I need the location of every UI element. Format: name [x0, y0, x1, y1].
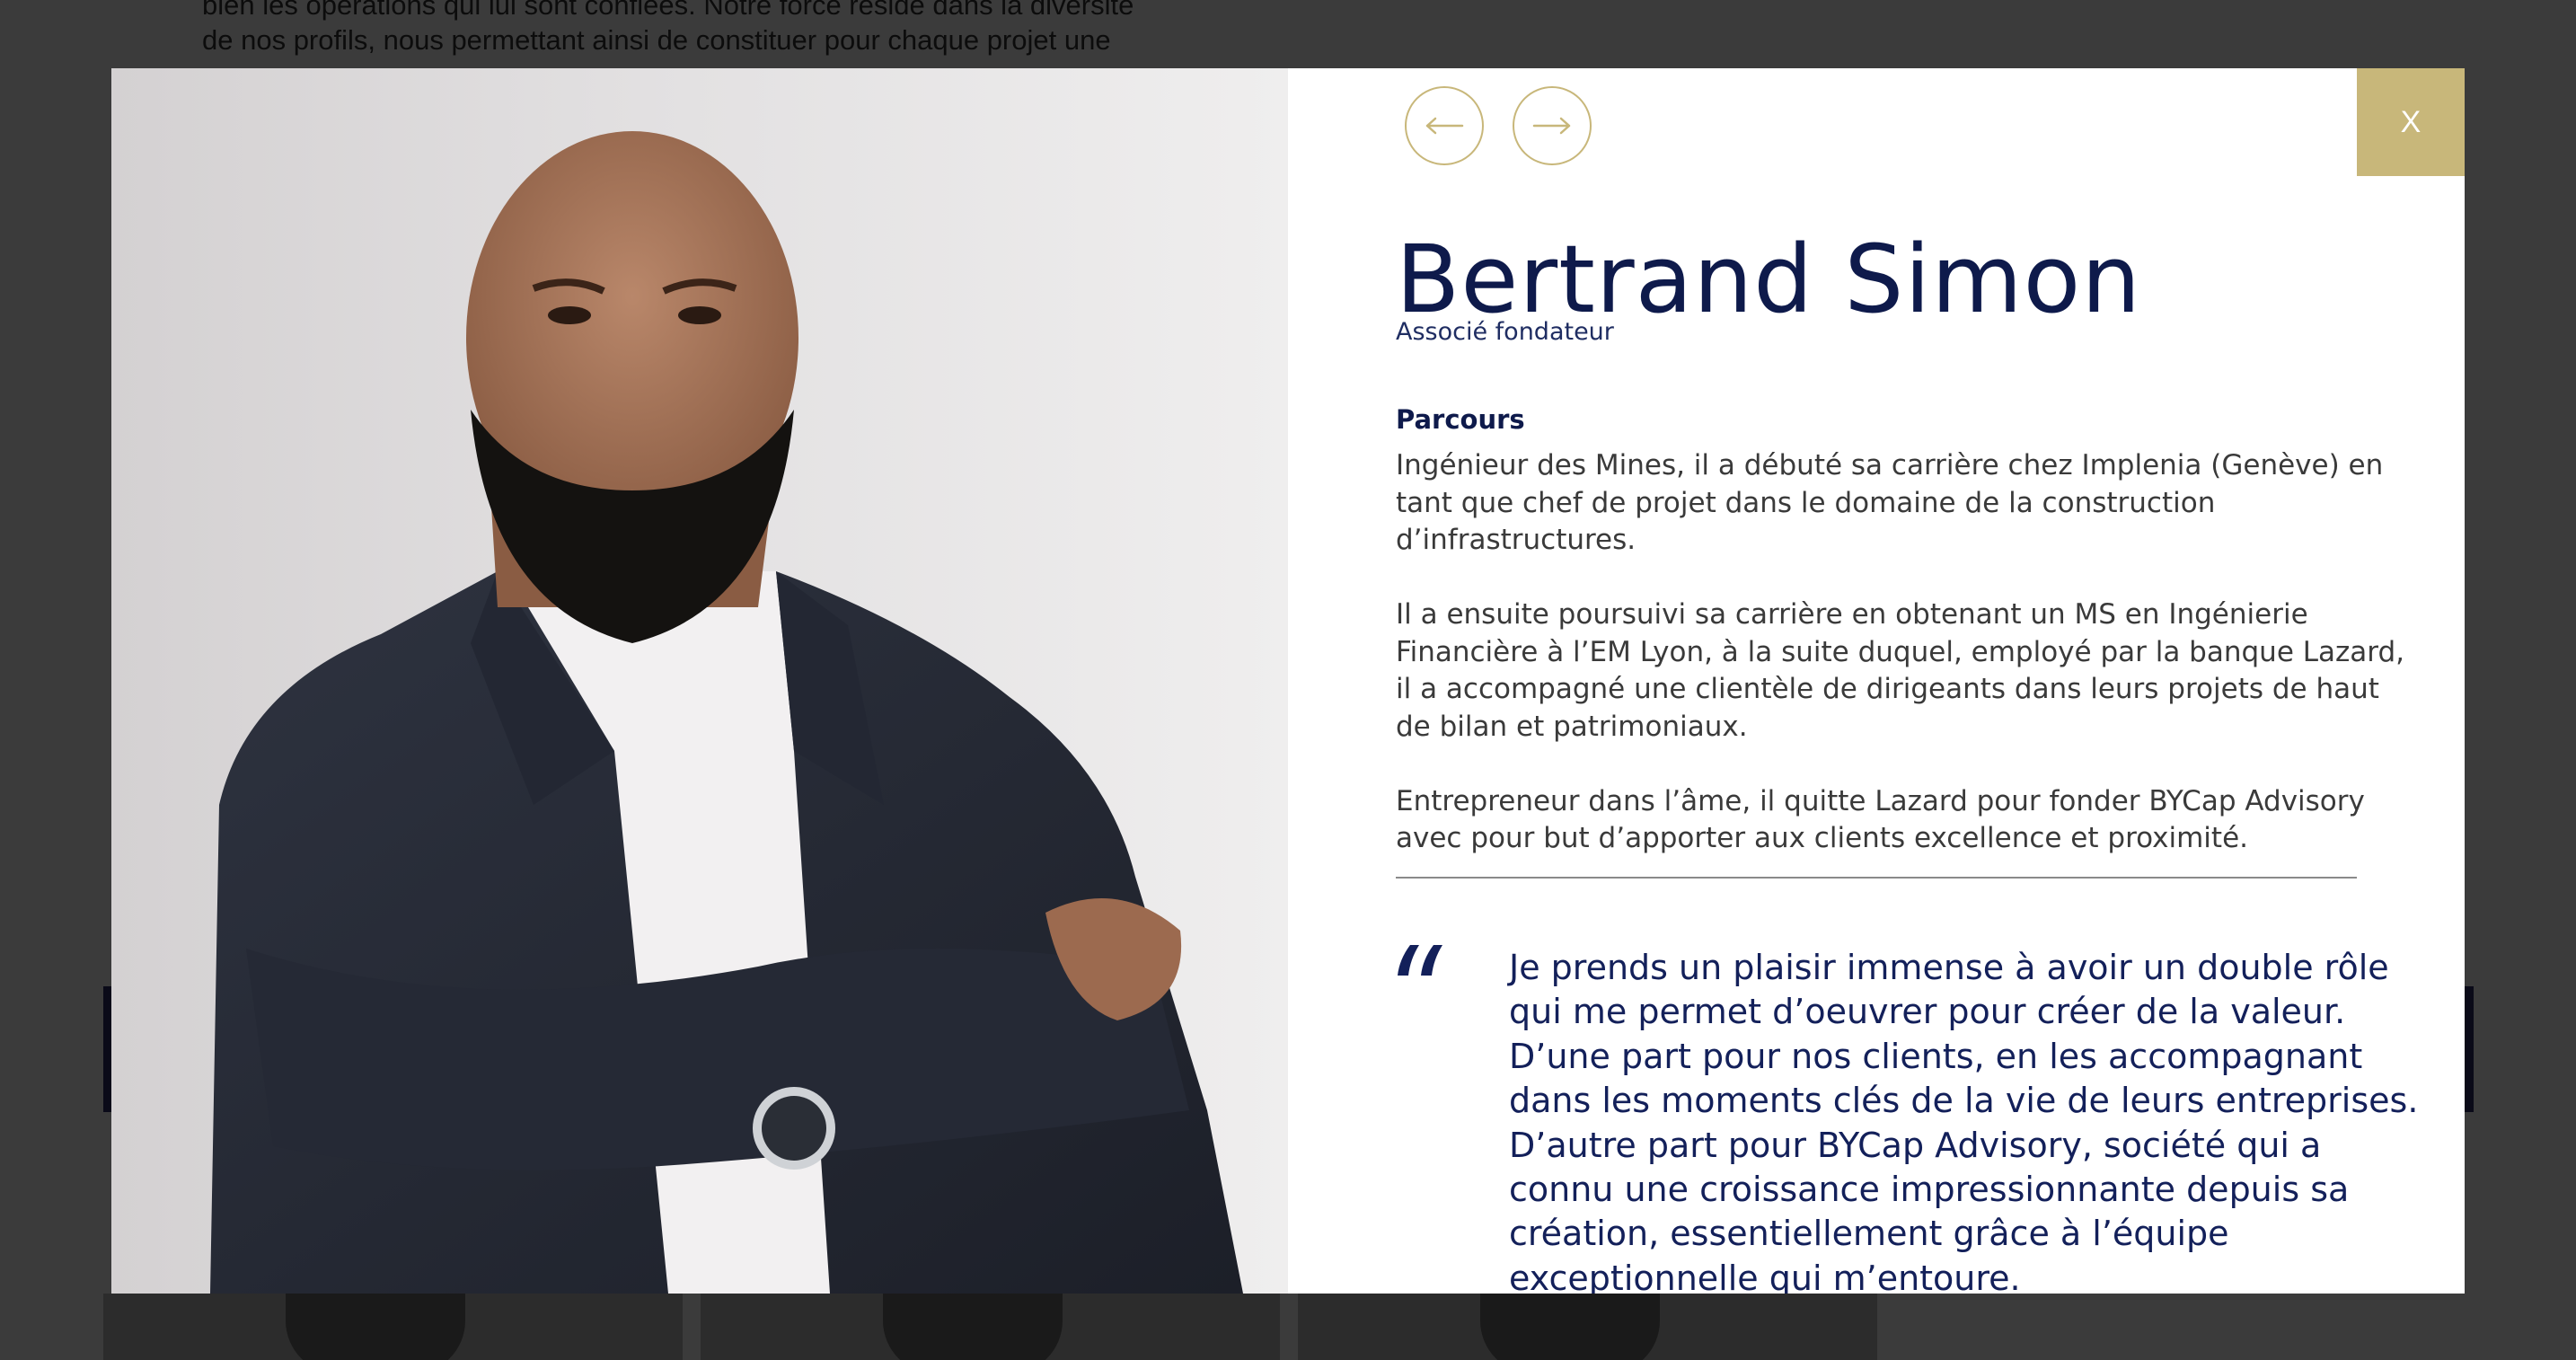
portrait-illustration	[210, 131, 1243, 1294]
portrait-photo	[111, 68, 1288, 1294]
quote-line: exceptionnelle qui m’entoure.	[1509, 1258, 2021, 1294]
quote-mark-icon	[1398, 945, 1442, 976]
bio-paragraph: Il a ensuite poursuivi sa carrière en ob…	[1396, 596, 2405, 746]
section-heading-parcours: Parcours	[1396, 404, 1525, 435]
background-team-card	[1298, 1294, 1877, 1360]
quote-line: D’une part pour nos clients, en les acco…	[1509, 1036, 2363, 1076]
testimonial-quote: Je prends un plaisir immense à avoir un …	[1509, 946, 2419, 1294]
close-button[interactable]: X	[2357, 68, 2465, 176]
background-paragraph: bien les opérations qui lui sont confiée…	[202, 0, 1262, 57]
bio-line: de bilan et patrimoniaux.	[1396, 710, 1748, 743]
bio-line: d’infrastructures.	[1396, 524, 1636, 556]
quote-line: D’autre part pour BYCap Advisory, sociét…	[1509, 1125, 2322, 1165]
team-member-modal: X Bertrand Simon Associé fondateur Parco…	[111, 68, 2465, 1294]
bio-line: Financière à l’EM Lyon, à la suite duque…	[1396, 635, 2405, 668]
bio-line: Ingénieur des Mines, il a débuté sa carr…	[1396, 449, 2384, 481]
biography: Ingénieur des Mines, il a débuté sa carr…	[1396, 447, 2405, 858]
background-text-line: bien les opérations qui lui sont confiée…	[202, 0, 1134, 21]
bio-paragraph: Ingénieur des Mines, il a débuté sa carr…	[1396, 447, 2384, 560]
bio-line: il a accompagné une clientèle de dirigea…	[1396, 673, 2379, 705]
bio-paragraph: Entrepreneur dans l’âme, il quitte Lazar…	[1396, 783, 2365, 858]
background-text-line: de nos profils, nous permettant ainsi de…	[202, 24, 1111, 56]
next-member-button[interactable]	[1513, 86, 1592, 165]
quote-line: création, essentiellement grâce à l’équi…	[1509, 1214, 2229, 1254]
background-team-card	[701, 1294, 1280, 1360]
quote-line: connu une croissance impressionnante dep…	[1509, 1170, 2350, 1210]
quote-line: Je prends un plaisir immense à avoir un …	[1509, 948, 2389, 987]
bio-line: Entrepreneur dans l’âme, il quitte Lazar…	[1396, 784, 2365, 817]
arrow-right-icon	[1532, 117, 1571, 135]
person-role: Associé fondateur	[1396, 318, 1614, 346]
background-team-card	[103, 1294, 683, 1360]
arrow-left-icon	[1425, 117, 1464, 135]
previous-member-button[interactable]	[1405, 86, 1484, 165]
bio-line: Il a ensuite poursuivi sa carrière en ob…	[1396, 598, 2308, 631]
quote-line: qui me permet d’oeuvrer pour créer de la…	[1509, 992, 2346, 1032]
section-divider	[1396, 877, 2357, 879]
profile-content: X Bertrand Simon Associé fondateur Parco…	[1288, 68, 2465, 1294]
bio-line: tant que chef de projet dans le domaine …	[1396, 486, 2216, 519]
bio-line: avec pour but d’apporter aux clients exc…	[1396, 822, 2248, 854]
quote-line: dans les moments clés de la vie de leurs…	[1509, 1081, 2419, 1121]
